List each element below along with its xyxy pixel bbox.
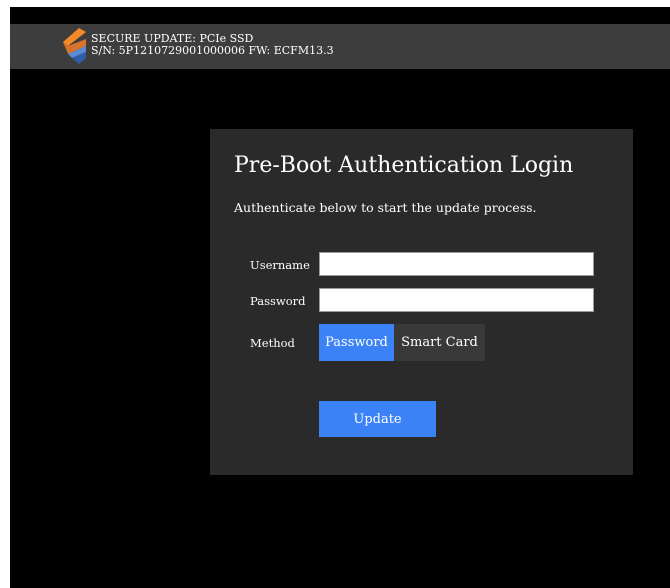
- username-label: Username: [250, 258, 310, 272]
- preboot-screen: SECURE UPDATE: PCIe SSD S/N: 5P121072900…: [10, 7, 670, 588]
- username-input[interactable]: [319, 252, 594, 276]
- header-bar: SECURE UPDATE: PCIe SSD S/N: 5P121072900…: [10, 24, 670, 69]
- login-panel: Pre-Boot Authentication Login Authentica…: [210, 129, 633, 475]
- chevron-logo-icon: [59, 27, 87, 65]
- login-subtitle: Authenticate below to start the update p…: [234, 200, 537, 215]
- method-label: Method: [250, 336, 295, 350]
- update-button[interactable]: Update: [319, 401, 436, 437]
- password-input[interactable]: [319, 288, 594, 312]
- header-serial-firmware: S/N: 5P1210729001000006 FW: ECFM13.3: [91, 44, 334, 57]
- password-label: Password: [250, 294, 306, 308]
- login-title: Pre-Boot Authentication Login: [234, 153, 574, 178]
- device-info: SECURE UPDATE: PCIe SSD S/N: 5P121072900…: [91, 33, 334, 57]
- method-password-button[interactable]: Password: [319, 324, 394, 361]
- method-smart-card-button[interactable]: Smart Card: [394, 324, 485, 361]
